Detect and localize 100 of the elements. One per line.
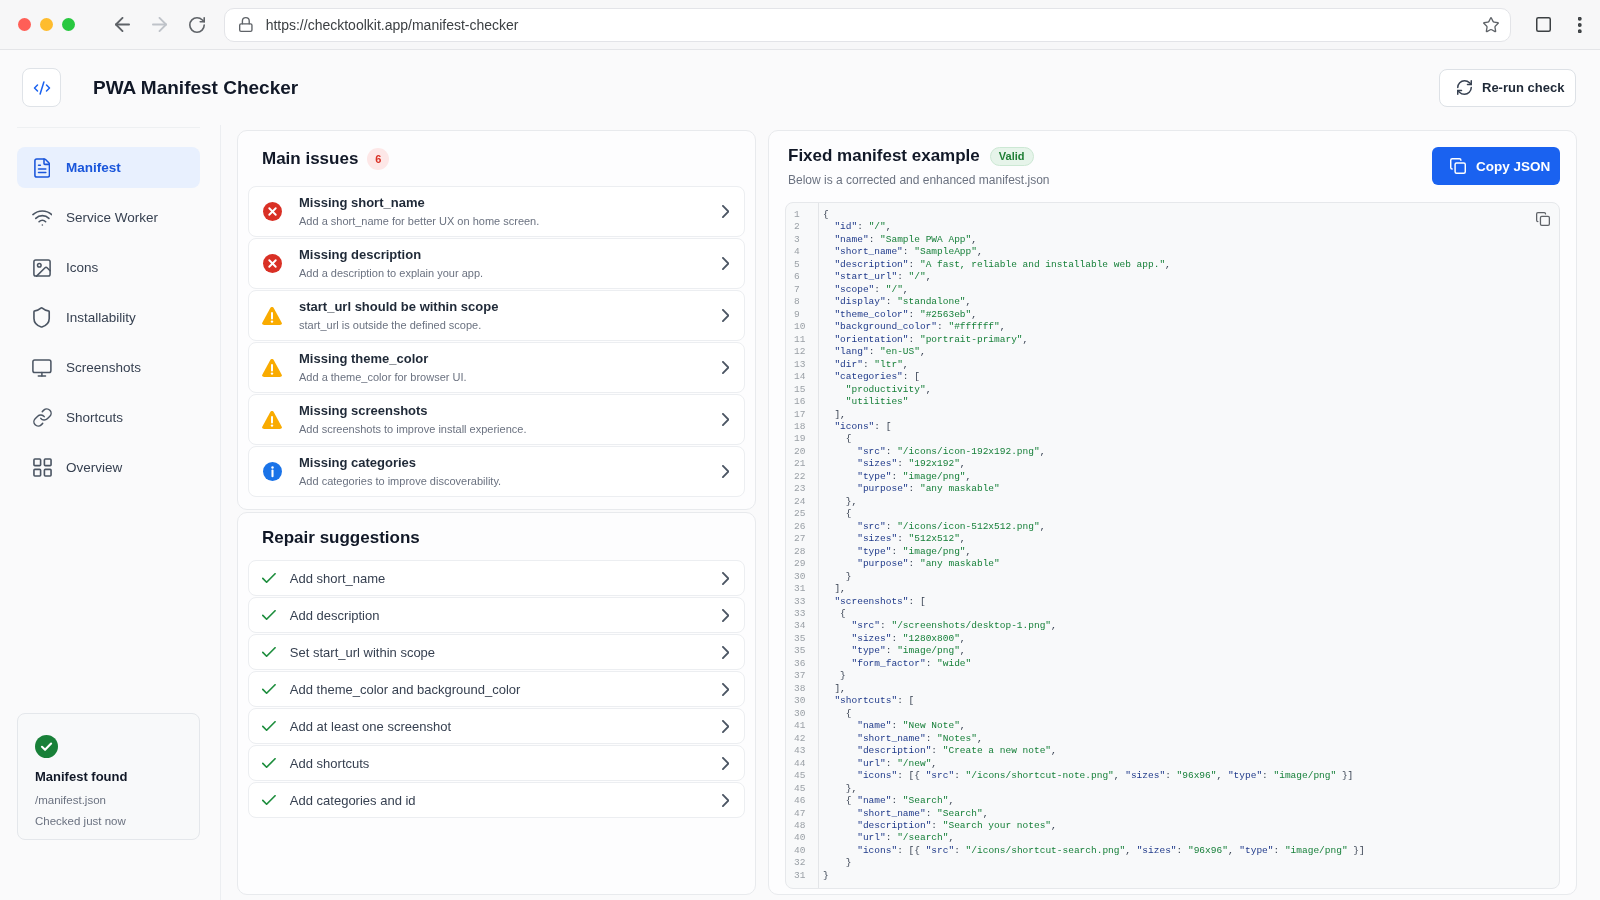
code-line: } [839, 670, 846, 683]
code-line: "type": "image/png", [856, 545, 972, 559]
line-number: 33 [794, 595, 806, 608]
chevron-right-icon [721, 465, 729, 478]
code-line: "orientation": "portrait-primary", [833, 333, 1029, 347]
line-number: 32 [794, 857, 806, 870]
monitor-icon [32, 358, 52, 377]
line-number: 41 [794, 720, 806, 733]
shield-icon [33, 307, 51, 328]
chevron-right-icon [721, 756, 729, 770]
line-number: 15 [794, 383, 806, 397]
suggestion-item[interactable]: Add at least one screenshot [248, 708, 745, 744]
code-line: "id": "/", [833, 221, 892, 234]
line-number: 7 [794, 283, 800, 297]
code-line: ], [833, 583, 846, 596]
line-number: 43 [794, 745, 806, 758]
check-icon [262, 721, 276, 731]
sidebar-item[interactable]: Icons [17, 247, 200, 288]
lock-icon [239, 17, 253, 32]
issue-item[interactable]: Missing short_name Add a short_name for better UX on home screen. [248, 186, 745, 237]
rerun-check-button[interactable]: Re-run check [1439, 68, 1576, 107]
line-number: 1 [794, 209, 800, 222]
issue-description: Add screenshots to improve install experience. [299, 422, 527, 436]
suggestion-item[interactable]: Add short_name [248, 560, 745, 596]
line-number: 34 [794, 620, 806, 633]
sidebar-item[interactable]: Overview [17, 447, 200, 488]
chevron-right-icon [721, 361, 729, 374]
checked-time: Checked just now [35, 814, 126, 829]
copy-icon[interactable] [1536, 212, 1550, 226]
issue-item[interactable]: Missing theme_color Add a theme_color for browser UI. [248, 342, 745, 393]
code-line: "sizes": "512x512", [856, 533, 966, 546]
check-icon [262, 647, 276, 657]
code-line: }, [844, 782, 858, 796]
refresh-icon [1457, 80, 1472, 95]
code-line: "sizes": "1280x800", [850, 632, 966, 646]
address-bar[interactable]: https://checktoolkit.app/manifest-checker [224, 7, 1512, 42]
code-line: ], [833, 682, 846, 696]
code-line: "icons": [{ "src": "/icons/shortcut-search.png", "sizes": "96x96", "type": "image/png" }] [856, 844, 1365, 858]
code-line: "type": "image/png", [856, 470, 972, 484]
line-number: 14 [794, 371, 806, 384]
suggestion-item[interactable]: Add theme_color and background_color [248, 671, 745, 707]
issue-item[interactable]: Missing description Add a description to explain your app. [248, 238, 745, 289]
code-line: "dir": "ltr", [833, 358, 909, 372]
chevron-right-icon [721, 257, 729, 270]
page-title: PWA Manifest Checker [93, 76, 299, 99]
code-line: "description": "Search your notes", [856, 819, 1057, 833]
star-icon[interactable] [1483, 16, 1500, 33]
window-icon[interactable] [1536, 17, 1552, 32]
check-icon [262, 758, 276, 768]
sidebar-item[interactable]: Service Worker [17, 197, 200, 238]
suggestion-item[interactable]: Add description [248, 597, 745, 633]
line-number: 24 [794, 495, 806, 509]
error-x-icon [262, 202, 282, 221]
sidebar-item[interactable]: Shortcuts [17, 397, 200, 438]
code-line: "short_name": "Search", [856, 807, 989, 820]
issue-item[interactable]: Missing categories Add categories to improve discoverability. [248, 446, 745, 497]
code-line: "utilities" [844, 396, 909, 409]
line-number: 42 [794, 732, 806, 746]
line-number: 11 [794, 333, 806, 347]
issue-title: Missing screenshots [299, 403, 428, 419]
suggestion-item[interactable]: Set start_url within scope [248, 634, 745, 670]
code-line: "src": "/icons/icon-192x192.png", [856, 445, 1046, 459]
line-number: 30 [794, 707, 806, 721]
code-line: }, [844, 495, 858, 509]
code-line: } [823, 869, 829, 883]
sidebar-item[interactable]: Installability [17, 297, 200, 338]
copy-json-button[interactable]: Copy JSON [1432, 147, 1560, 185]
warning-triangle-icon [262, 410, 282, 429]
code-line: "sizes": "192x192", [856, 458, 966, 471]
suggestion-item[interactable]: Add categories and id [248, 782, 745, 818]
code-line: "type": "image/png", [850, 645, 966, 658]
copy-icon [1450, 158, 1466, 174]
issue-item[interactable]: Missing screenshots Add screenshots to improve install experience. [248, 394, 745, 445]
back-arrow-icon[interactable] [115, 17, 130, 32]
chevron-right-icon [721, 793, 729, 807]
line-number: 38 [794, 682, 806, 696]
code-line: "name": "Sample PWA App", [833, 233, 977, 247]
sidebar-item[interactable]: Manifest [17, 147, 200, 188]
reload-icon[interactable] [189, 16, 205, 33]
suggestion-item[interactable]: Add shortcuts [248, 745, 745, 781]
chevron-right-icon [721, 413, 729, 426]
line-number: 19 [794, 433, 806, 446]
sidebar-item[interactable]: Screenshots [17, 347, 200, 388]
warning-triangle-icon [262, 358, 282, 377]
chevron-right-icon [721, 571, 729, 585]
line-number: 3 [794, 233, 800, 247]
issue-item[interactable]: start_url should be within scope start_url is outside the defined scope. [248, 290, 745, 341]
window-close-icon[interactable] [18, 18, 31, 31]
issue-description: Add categories to improve discoverability. [299, 474, 502, 488]
line-number: 9 [794, 308, 800, 322]
line-number: 31 [794, 583, 806, 596]
url-text: https://checktoolkit.app/manifest-checker [265, 16, 520, 33]
line-number: 30 [794, 570, 806, 584]
error-x-icon [262, 254, 282, 273]
line-number: 16 [794, 396, 806, 409]
code-line: "display": "standalone", [833, 296, 972, 309]
warning-triangle-icon [262, 306, 282, 325]
image-icon [33, 258, 51, 277]
code-line: "src": "/screenshots/desktop-1.png", [850, 620, 1057, 633]
more-menu-icon[interactable] [1578, 16, 1582, 33]
